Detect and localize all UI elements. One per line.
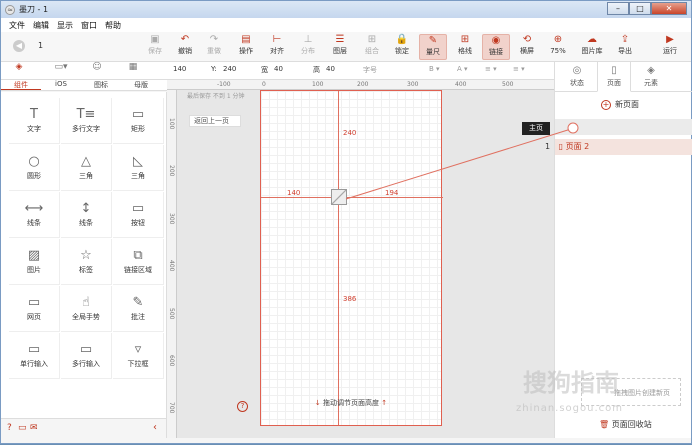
watermark: 搜狗指南 [523,369,619,397]
watermark-url: zhinan.sogou.com [516,403,624,414]
home-tooltip: 主页 [522,122,550,135]
app-window: ≈ 墨刀 - 1 – □ ✕ 文件 编辑 显示 窗口 帮助 ◀ 1 ▣ 保存 ↶ 撤销… [0,0,692,444]
